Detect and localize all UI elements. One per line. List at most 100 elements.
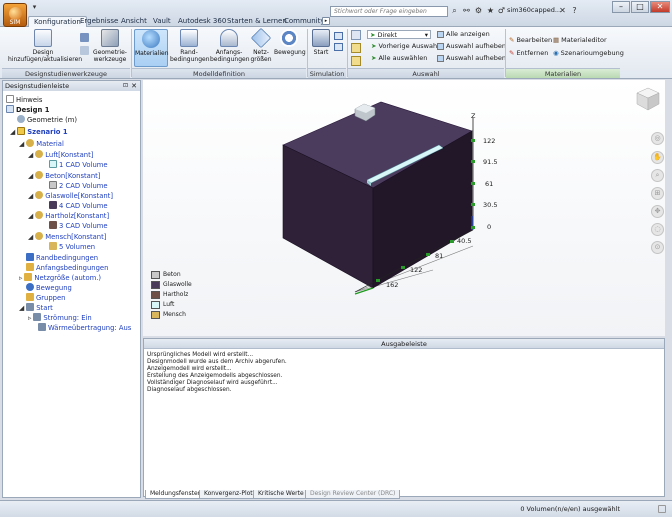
tab-meldungsfenster[interactable]: Meldungsfenster: [145, 490, 206, 499]
tree-design[interactable]: Design 1: [6, 105, 49, 115]
3d-viewport[interactable]: Z 122 91.5 61 30.5 0 40.5 81 122 162 ◎ ✋…: [143, 80, 665, 336]
volume-icon: [49, 201, 57, 209]
tree-stroemung[interactable]: ▹ Strömung: Ein: [28, 313, 92, 323]
zoom-icon[interactable]: ⌕: [651, 169, 664, 182]
netzgroessen-button[interactable]: Netz- größen: [249, 27, 273, 63]
select-surface-icon[interactable]: [351, 56, 361, 66]
title-bar: SIM 360 ▾ Konfiguration Ergebnisse Ansic…: [0, 0, 672, 58]
dropdown-icon[interactable]: [80, 33, 89, 42]
start-button[interactable]: Start: [310, 29, 332, 56]
tree-geometrie[interactable]: Geometrie (m): [17, 115, 77, 125]
mesh-icon: [250, 27, 272, 49]
tree-netzgroesse[interactable]: ▹ Netzgröße (autom.): [19, 273, 101, 283]
tree-glaswolle-cad[interactable]: 4 CAD Volume: [49, 201, 108, 211]
binoculars-icon[interactable]: ⚯: [462, 6, 471, 15]
help-icon[interactable]: ?: [570, 6, 579, 15]
design-add-button[interactable]: Design hinzufügen/aktualisieren: [8, 29, 82, 63]
alle-auswaehlen-button[interactable]: ➤ Alle auswählen: [371, 54, 427, 63]
anfangsbedingungen-button[interactable]: Anfangs- bedingungen: [210, 29, 250, 63]
orbit-icon[interactable]: ✥: [651, 205, 664, 218]
tree-hartholz-cad[interactable]: 3 CAD Volume: [49, 221, 108, 231]
tab-vault[interactable]: Vault: [148, 16, 176, 27]
monitor-icon[interactable]: [334, 32, 343, 40]
communication-center-icon[interactable]: ⚙: [474, 6, 483, 15]
maximize-button[interactable]: □: [631, 1, 649, 13]
search-input[interactable]: Stichwort oder Frage eingeben: [330, 6, 448, 17]
tree-glaswolle[interactable]: ◢ Glaswolle[Konstant]: [28, 191, 113, 201]
materialeditor-button[interactable]: ▦ Materialeditor: [553, 36, 607, 45]
view-cube-icon[interactable]: [635, 86, 661, 112]
collapse-icon: ◢: [28, 151, 34, 159]
look-icon[interactable]: ◌: [651, 223, 664, 236]
tree-waerme[interactable]: Wärmeübertragung: Aus: [38, 323, 131, 333]
select-volume-icon[interactable]: [351, 43, 361, 53]
pan-icon[interactable]: ✋: [651, 151, 664, 164]
tree-start[interactable]: ◢ Start: [19, 303, 53, 313]
group-label-designstudien: Designstudienwerkzeuge: [2, 68, 130, 78]
materialien-button[interactable]: Materialien: [134, 29, 169, 67]
tree-beton-cad[interactable]: 2 CAD Volume: [49, 181, 108, 191]
export-icon[interactable]: [334, 43, 343, 51]
pin-icon[interactable]: ⊡: [123, 81, 128, 91]
search-icon[interactable]: ⌕: [450, 6, 459, 15]
tab-overflow-button[interactable]: ▸: [322, 17, 330, 25]
ribbon: Design hinzufügen/aktualisieren Geometri…: [0, 27, 672, 79]
bearbeiten-button[interactable]: ✎ Bearbeiten: [509, 36, 552, 45]
collapse-icon: ◢: [28, 212, 34, 220]
favorites-icon[interactable]: ★: [486, 6, 495, 15]
user-name[interactable]: sim360capped...: [507, 5, 561, 16]
tree-luft-cad[interactable]: 1 CAD Volume: [49, 160, 108, 170]
legend-item-mensch: Mensch: [151, 310, 192, 320]
tab-kritische-werte[interactable]: Kritische Werte: [253, 490, 309, 499]
entfernen-button[interactable]: ✎ Entfernen: [509, 49, 548, 58]
z-tick-label: 0: [487, 223, 492, 231]
auswahl-aufheben-button-2[interactable]: Auswahl aufheben: [437, 54, 506, 63]
application-menu-button[interactable]: SIM 360: [3, 3, 27, 58]
resize-grip-icon[interactable]: [658, 505, 666, 513]
selection-mode-dropdown[interactable]: ➤ Direkt ▾: [367, 30, 431, 39]
tree-luft[interactable]: ◢ Luft[Konstant]: [28, 150, 93, 160]
tree-beton[interactable]: ◢ Beton[Konstant]: [28, 171, 100, 181]
close-panel-icon[interactable]: ✕: [131, 81, 137, 91]
quick-access-toolbar[interactable]: ▾: [30, 3, 39, 12]
compare-icon[interactable]: [80, 46, 89, 55]
y-tick-label: 162: [386, 281, 399, 289]
tree-material[interactable]: ◢ Material: [19, 139, 64, 149]
auswahl-aufheben-button-1[interactable]: Auswahl aufheben: [437, 42, 506, 51]
steering-wheel-icon[interactable]: ◎: [651, 132, 664, 145]
tree-hinweis[interactable]: Hinweis: [6, 95, 42, 105]
tree-mensch[interactable]: ◢ Mensch[Konstant]: [28, 232, 106, 242]
tab-ansicht[interactable]: Ansicht: [116, 16, 152, 27]
alle-anzeigen-button[interactable]: Alle anzeigen: [437, 30, 490, 39]
bewegung-button[interactable]: Bewegung: [274, 29, 306, 56]
zoom-window-icon[interactable]: ⊞: [651, 187, 664, 200]
tree-gruppen[interactable]: Gruppen: [26, 293, 66, 303]
initial-icon: [26, 263, 34, 271]
previous-selection-icon: ➤: [371, 42, 377, 50]
close-button[interactable]: ✕: [650, 1, 670, 13]
szenarioumgebung-button[interactable]: ◉ Szenarioumgebung: [553, 49, 624, 58]
navigation-options-icon[interactable]: ⊙: [651, 241, 664, 254]
model-view[interactable]: [143, 80, 665, 336]
user-icon[interactable]: ♂: [497, 6, 506, 15]
minimize-button[interactable]: –: [612, 1, 630, 13]
tab-konvergenz-plot[interactable]: Konvergenz-Plot: [199, 490, 258, 499]
tree-anfangsbedingungen[interactable]: Anfangsbedingungen: [26, 263, 108, 273]
tab-design-review-center[interactable]: Design Review Center (DRC): [305, 490, 401, 499]
vorherige-auswahl-button[interactable]: ➤ Vorherige Auswahl: [371, 42, 439, 51]
tree-mensch-vol[interactable]: 5 Volumen: [49, 242, 95, 252]
geometrie-button[interactable]: Geometrie- werkzeuge: [92, 29, 128, 63]
exchange-icon[interactable]: ✕: [558, 6, 567, 15]
randbedingungen-button[interactable]: Rand- bedingungen: [170, 29, 210, 63]
y-tick-label: 40.5: [457, 237, 472, 245]
boundary-icon: [26, 253, 34, 261]
tree-szenario[interactable]: ◢ Szenario 1: [10, 127, 68, 137]
tree-hartholz[interactable]: ◢ Hartholz[Konstant]: [28, 211, 109, 221]
select-mode-icon[interactable]: [351, 30, 361, 40]
flow-icon: [33, 313, 42, 321]
group-label-materialien: Materialien: [506, 68, 620, 78]
tree-randbedingungen[interactable]: Randbedingungen: [26, 253, 98, 263]
legend-swatch: [151, 280, 160, 289]
tree-bewegung[interactable]: Bewegung: [26, 283, 72, 293]
design-icon: [34, 29, 52, 47]
